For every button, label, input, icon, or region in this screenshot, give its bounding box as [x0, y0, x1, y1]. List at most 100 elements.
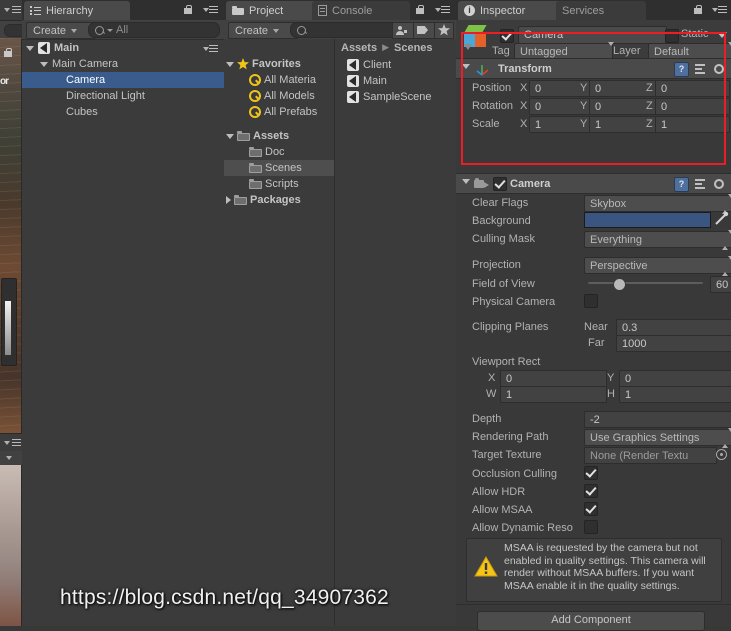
gameobject-enabled-checkbox[interactable] [500, 29, 514, 43]
game-toolbar[interactable] [0, 451, 22, 465]
tab-services[interactable]: Services [556, 1, 646, 20]
gameobject-name-field[interactable]: Camera [518, 26, 667, 44]
object-picker-icon[interactable] [716, 449, 727, 460]
hierarchy-item-cubes[interactable]: Cubes [22, 104, 224, 120]
search-input[interactable]: All [88, 22, 220, 38]
lock-icon[interactable] [4, 48, 12, 57]
hamburger-menu-icon[interactable] [435, 5, 450, 14]
viewport-w-field[interactable]: 1 [500, 386, 607, 403]
foldout-arrow-icon[interactable] [26, 45, 34, 51]
help-icon[interactable]: ? [674, 177, 689, 192]
camera-enabled-checkbox[interactable] [493, 177, 507, 191]
scene-view-panel[interactable]: or [0, 0, 28, 626]
clear-flags-dropdown[interactable]: Skybox [584, 194, 731, 214]
fov-slider-knob[interactable] [612, 278, 626, 291]
lock-icon[interactable] [184, 5, 192, 14]
project-item-all-materia[interactable]: All Materia [224, 72, 334, 88]
avatar-filter-icon[interactable] [392, 22, 414, 39]
foldout-arrow-icon[interactable] [226, 196, 231, 204]
asset-item-samplescene[interactable]: SampleScene [335, 89, 456, 105]
tab-console[interactable]: Console [312, 1, 410, 20]
allow-msaa-checkbox[interactable] [584, 502, 598, 516]
breadcrumb-leaf[interactable]: Scenes [394, 42, 433, 54]
foldout-arrow-icon[interactable] [462, 64, 470, 69]
allow-hdr-checkbox[interactable] [584, 484, 598, 498]
layer-value: Default [654, 45, 689, 58]
asset-item-main[interactable]: Main [335, 73, 456, 89]
background-color-swatch[interactable] [584, 212, 711, 228]
project-item-packages[interactable]: Packages [224, 192, 334, 208]
hierarchy-item-main-camera[interactable]: Main Camera [22, 56, 224, 72]
hierarchy-row-menu-icon[interactable] [203, 44, 218, 53]
allow-dynamic-resolution-checkbox[interactable] [584, 520, 598, 534]
favorite-star-icon[interactable] [434, 22, 454, 39]
add-component-button[interactable]: Add Component [477, 611, 705, 631]
hamburger-menu-icon[interactable] [203, 5, 218, 14]
tab-inspector[interactable]: i Inspector [458, 1, 568, 20]
search-icon [249, 90, 261, 102]
fov-slider-track[interactable] [588, 282, 703, 284]
project-search-input[interactable] [290, 22, 402, 38]
project-item-assets[interactable]: Assets [224, 128, 334, 144]
tab-hierarchy[interactable]: Hierarchy [24, 1, 130, 20]
hamburger-menu-icon[interactable] [712, 5, 727, 14]
fov-value-field[interactable]: 60 [710, 276, 731, 293]
static-checkbox[interactable] [665, 29, 679, 43]
occlusion-culling-checkbox[interactable] [584, 466, 598, 480]
hamburger-menu-icon[interactable] [12, 439, 21, 447]
foldout-arrow-icon[interactable] [462, 179, 470, 184]
project-item-doc[interactable]: Doc [224, 144, 334, 160]
hamburger-menu-icon[interactable] [12, 6, 21, 14]
gear-icon[interactable] [713, 178, 725, 190]
near-field[interactable]: 0.3 [616, 319, 731, 336]
game-viewport[interactable] [0, 465, 21, 626]
hierarchy-item-directional-light[interactable]: Directional Light [22, 88, 224, 104]
culling-mask-dropdown[interactable]: Everything [584, 230, 731, 250]
transform-rotation-z-field[interactable]: 0 [655, 98, 730, 115]
hierarchy-item-main[interactable]: Main [22, 40, 224, 56]
lock-icon[interactable] [416, 5, 424, 14]
create-button[interactable]: Create [26, 22, 96, 39]
gear-icon[interactable] [713, 63, 725, 75]
chevron-down-icon[interactable] [717, 32, 727, 38]
hierarchy-item-camera[interactable]: Camera [22, 72, 224, 88]
lock-icon[interactable] [694, 5, 702, 14]
target-texture-field[interactable]: None (Render Textu [584, 447, 717, 464]
camera-component-header[interactable]: Camera ? [456, 173, 731, 194]
project-item-scripts[interactable]: Scripts [224, 176, 334, 192]
project-item-scenes[interactable]: Scenes [224, 160, 334, 176]
gameobject-cube-icon[interactable] [463, 25, 489, 51]
label-tag-icon[interactable] [413, 22, 435, 39]
breadcrumb-root[interactable]: Assets [341, 42, 377, 54]
project-item-all-prefabs[interactable]: All Prefabs [224, 104, 334, 120]
project-item-favorites[interactable]: Favorites [224, 56, 334, 72]
static-label: Static [681, 28, 709, 40]
foldout-arrow-icon[interactable] [226, 133, 234, 139]
preset-icon[interactable] [695, 178, 707, 190]
project-item-all-models[interactable]: All Models [224, 88, 334, 104]
projection-dropdown[interactable]: Perspective [584, 256, 731, 276]
depth-field[interactable]: -2 [584, 411, 731, 428]
scene-gizmo-slider[interactable] [1, 278, 17, 366]
transform-scale-z-field[interactable]: 1 [655, 116, 730, 133]
asset-item-client[interactable]: Client [335, 57, 456, 73]
chevron-down-icon[interactable] [6, 456, 12, 460]
scene-viewport[interactable] [0, 38, 21, 433]
viewport-x-field[interactable]: 0 [500, 370, 607, 387]
physical-camera-checkbox[interactable] [584, 294, 598, 308]
preset-icon[interactable] [695, 63, 707, 75]
far-field[interactable]: 1000 [616, 335, 731, 352]
chevron-down-icon[interactable] [4, 8, 10, 12]
tab-project[interactable]: Project [226, 1, 324, 20]
eyedropper-icon[interactable] [714, 211, 729, 226]
foldout-arrow-icon[interactable] [40, 61, 48, 67]
rendering-path-dropdown[interactable]: Use Graphics Settings [584, 428, 731, 448]
help-icon[interactable]: ? [674, 62, 689, 77]
transform-component-header[interactable]: Transform ? [456, 58, 731, 79]
chevron-down-icon[interactable] [4, 441, 10, 445]
foldout-arrow-icon[interactable] [226, 61, 234, 67]
project-create-button[interactable]: Create [228, 22, 298, 39]
viewport-h-field[interactable]: 1 [619, 386, 731, 403]
viewport-y-field[interactable]: 0 [619, 370, 731, 387]
transform-position-z-field[interactable]: 0 [655, 80, 730, 97]
